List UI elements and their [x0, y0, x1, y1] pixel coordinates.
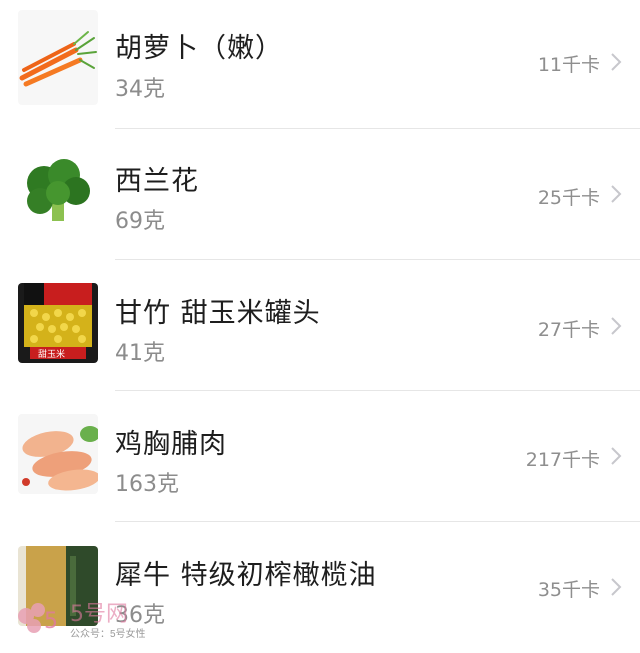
list-item-broccoli[interactable]: 西兰花 69克 25千卡 — [0, 129, 640, 260]
chicken-breast-icon — [18, 414, 98, 494]
item-amount: 41克 — [115, 341, 165, 366]
item-name: 胡萝卜（嫩） — [115, 33, 283, 64]
item-name: 甘竹 甜玉米罐头 — [115, 298, 321, 329]
broccoli-icon — [18, 151, 98, 231]
chevron-right-icon — [611, 447, 622, 465]
list-item-chicken-breast[interactable]: 鸡胸脯肉 163克 217千卡 — [0, 391, 640, 522]
item-calories: 25千卡 — [537, 187, 600, 209]
watermark-flower-icon: 5 — [18, 603, 58, 634]
list-item-corn-can[interactable]: 甜玉米 甘竹 甜玉米罐头 41克 27千卡 — [0, 260, 640, 391]
corn-can-icon: 甜玉米 — [18, 283, 98, 363]
chevron-right-icon — [611, 53, 622, 71]
item-amount: 34克 — [115, 77, 165, 102]
item-calories: 217千卡 — [525, 449, 600, 471]
item-calories: 11千卡 — [537, 54, 600, 76]
chevron-right-icon — [611, 317, 622, 335]
item-amount: 69克 — [115, 209, 165, 234]
carrot-icon — [18, 10, 98, 105]
item-name: 鸡胸脯肉 — [115, 429, 227, 460]
item-name: 犀牛 特级初榨橄榄油 — [115, 560, 377, 591]
item-name: 西兰花 — [115, 166, 199, 197]
watermark-logo-text: 5号网 — [70, 602, 128, 627]
item-calories: 27千卡 — [537, 319, 600, 341]
chevron-right-icon — [611, 185, 622, 203]
watermark-caption: 公众号：5号女性 — [70, 629, 146, 640]
svg-text:5: 5 — [44, 609, 58, 634]
item-amount: 163克 — [115, 472, 179, 497]
list-item-carrot[interactable]: 胡萝卜（嫩） 34克 11千卡 — [0, 0, 640, 131]
chevron-right-icon — [611, 578, 622, 596]
item-calories: 35千卡 — [537, 579, 600, 601]
can-label: 甜玉米 — [38, 350, 66, 360]
